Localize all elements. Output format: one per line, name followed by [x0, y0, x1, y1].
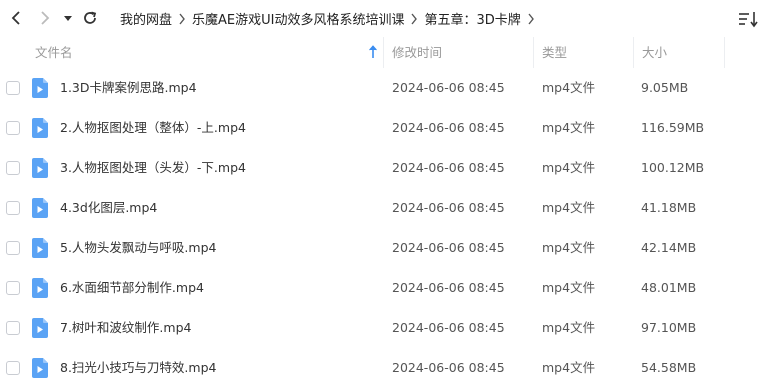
file-row[interactable]: 2.人物抠图处理（整体）-上.mp4 2024-06-06 08:45 mp4文件 1… [0, 108, 767, 148]
file-size: 54.58MB [641, 360, 697, 375]
video-file-icon [32, 198, 48, 218]
file-modified-time: 2024-06-06 08:45 [392, 120, 505, 135]
file-name[interactable]: 3.人物抠图处理（头发）-下.mp4 [60, 148, 246, 188]
file-name[interactable]: 7.树叶和波纹制作.mp4 [60, 308, 191, 348]
file-size: 48.01MB [641, 280, 697, 295]
file-row[interactable]: 6.水面细节部分制作.mp4 2024-06-06 08:45 mp4文件 48.01… [0, 268, 767, 308]
file-name[interactable]: 8.扫光小技巧与刀特效.mp4 [60, 348, 216, 388]
column-divider[interactable] [533, 37, 534, 68]
file-modified-time: 2024-06-06 08:45 [392, 80, 505, 95]
file-type: mp4文件 [542, 120, 596, 135]
file-row[interactable]: 7.树叶和波纹制作.mp4 2024-06-06 08:45 mp4文件 97.10M… [0, 308, 767, 348]
file-type: mp4文件 [542, 320, 596, 335]
history-dropdown-button[interactable] [58, 8, 78, 28]
back-button[interactable] [6, 8, 26, 28]
file-name[interactable]: 1.3D卡牌案例思路.mp4 [60, 68, 197, 108]
file-type: mp4文件 [542, 200, 596, 215]
video-file-icon [32, 118, 48, 138]
file-modified-time: 2024-06-06 08:45 [392, 320, 505, 335]
row-checkbox[interactable] [6, 81, 20, 95]
chevron-right-icon [410, 13, 418, 25]
file-type: mp4文件 [542, 240, 596, 255]
file-row[interactable]: 4.3d化图层.mp4 2024-06-06 08:45 mp4文件 41.18MB [0, 188, 767, 228]
sort-ascending-icon[interactable] [368, 45, 378, 59]
file-name[interactable]: 4.3d化图层.mp4 [60, 188, 157, 228]
file-type: mp4文件 [542, 280, 596, 295]
file-row[interactable]: 1.3D卡牌案例思路.mp4 2024-06-06 08:45 mp4文件 9.05M… [0, 68, 767, 108]
breadcrumb: 我的网盘 乐魔AE游戏UI动效多风格系统培训课 第五章：3D卡牌 [120, 0, 541, 37]
column-header: 文件名 修改时间 类型 大小 [0, 37, 767, 68]
row-checkbox[interactable] [6, 241, 20, 255]
column-size-header[interactable]: 大小 [642, 37, 667, 68]
file-modified-time: 2024-06-06 08:45 [392, 240, 505, 255]
file-size: 116.59MB [641, 120, 705, 135]
refresh-button[interactable] [80, 8, 100, 28]
video-file-icon [32, 238, 48, 258]
file-size: 41.18MB [641, 200, 697, 215]
row-checkbox[interactable] [6, 201, 20, 215]
file-size: 42.14MB [641, 240, 697, 255]
sort-lines-icon [739, 12, 758, 28]
refresh-icon [84, 11, 97, 24]
file-modified-time: 2024-06-06 08:45 [392, 160, 505, 175]
chevron-right-icon [41, 11, 50, 25]
file-row[interactable]: 3.人物抠图处理（头发）-下.mp4 2024-06-06 08:45 mp4文件 1… [0, 148, 767, 188]
caret-down-icon [64, 16, 72, 21]
chevron-left-icon [11, 11, 20, 25]
file-name[interactable]: 2.人物抠图处理（整体）-上.mp4 [60, 108, 246, 148]
breadcrumb-item-chapter[interactable]: 第五章：3D卡牌 [424, 9, 520, 28]
file-name[interactable]: 5.人物头发飘动与呼吸.mp4 [60, 228, 216, 268]
breadcrumb-item-root[interactable]: 我的网盘 [120, 9, 172, 28]
row-checkbox[interactable] [6, 161, 20, 175]
file-name[interactable]: 6.水面细节部分制作.mp4 [60, 268, 204, 308]
row-checkbox[interactable] [6, 321, 20, 335]
video-file-icon [32, 358, 48, 378]
row-checkbox[interactable] [6, 121, 20, 135]
file-type: mp4文件 [542, 80, 596, 95]
file-modified-time: 2024-06-06 08:45 [392, 200, 505, 215]
column-modified-header[interactable]: 修改时间 [392, 37, 442, 68]
video-file-icon [32, 158, 48, 178]
video-file-icon [32, 278, 48, 298]
file-size: 100.12MB [641, 160, 705, 175]
breadcrumb-item-course[interactable]: 乐魔AE游戏UI动效多风格系统培训课 [192, 9, 404, 28]
file-row[interactable]: 5.人物头发飘动与呼吸.mp4 2024-06-06 08:45 mp4文件 42.1… [0, 228, 767, 268]
column-name-header[interactable]: 文件名 [35, 37, 73, 68]
sort-order-button[interactable] [737, 9, 759, 29]
row-checkbox[interactable] [6, 281, 20, 295]
row-checkbox[interactable] [6, 361, 20, 375]
chevron-right-icon [527, 13, 535, 25]
file-type: mp4文件 [542, 160, 596, 175]
file-modified-time: 2024-06-06 08:45 [392, 280, 505, 295]
column-divider[interactable] [724, 37, 725, 68]
file-size: 9.05MB [641, 80, 689, 95]
file-type: mp4文件 [542, 360, 596, 375]
video-file-icon [32, 318, 48, 338]
forward-button[interactable] [35, 8, 55, 28]
video-file-icon [32, 78, 48, 98]
column-type-header[interactable]: 类型 [542, 37, 567, 68]
file-row[interactable]: 8.扫光小技巧与刀特效.mp4 2024-06-06 08:45 mp4文件 54.5… [0, 348, 767, 388]
column-divider[interactable] [383, 37, 384, 68]
file-modified-time: 2024-06-06 08:45 [392, 360, 505, 375]
toolbar: 我的网盘 乐魔AE游戏UI动效多风格系统培训课 第五章：3D卡牌 [0, 0, 767, 37]
file-size: 97.10MB [641, 320, 697, 335]
column-divider[interactable] [633, 37, 634, 68]
chevron-right-icon [178, 13, 186, 25]
